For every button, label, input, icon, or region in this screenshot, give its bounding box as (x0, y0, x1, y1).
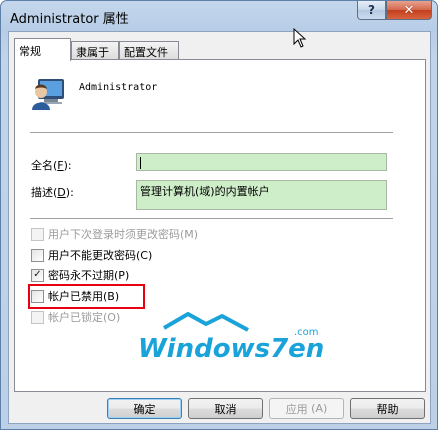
cancel-button[interactable]: 取消 (188, 398, 263, 419)
apply-button[interactable]: 应用 (A) (269, 398, 344, 419)
user-account-icon (32, 79, 64, 110)
tab-member-of-label: 隶属于 (76, 46, 109, 59)
divider (30, 132, 393, 134)
title-bar[interactable]: Administrator 属性 ? ✕ (1, 1, 437, 31)
checkbox-must-change-password[interactable]: 用户下次登录时须更改密码(M) (31, 226, 198, 242)
ok-button[interactable]: 确定 (107, 398, 182, 419)
checkbox-box[interactable] (31, 248, 44, 262)
tab-general[interactable]: 常规 (14, 38, 71, 61)
help-title-button[interactable]: ? (357, 1, 386, 20)
tab-profile-label: 配置文件 (124, 46, 168, 59)
dialog-client-area: 常规 隶属于 配置文件 Administrator 全名(F): 描述(D): … (8, 31, 431, 424)
close-button[interactable]: ✕ (386, 1, 432, 20)
divider (30, 218, 393, 220)
tab-member-of[interactable]: 隶属于 (71, 41, 119, 60)
checkbox-password-never-expires[interactable]: ✓ 密码永不过期(P) (31, 267, 129, 283)
user-name: Administrator (79, 82, 158, 93)
checkbox-box[interactable] (31, 310, 44, 324)
properties-window: Administrator 属性 ? ✕ 常规 隶属于 配置文件 Adminis… (0, 0, 438, 430)
fullname-input[interactable] (136, 153, 387, 171)
fullname-label: 全名(F): (31, 159, 72, 172)
description-input[interactable]: 管理计算机(域)的内置帐户 (136, 180, 387, 210)
tab-profile[interactable]: 配置文件 (119, 41, 179, 60)
svg-text:Windows7en: Windows7en (138, 334, 324, 362)
window-title: Administrator 属性 (10, 12, 129, 27)
description-label: 描述(D): (31, 186, 74, 199)
checkbox-box[interactable] (31, 227, 44, 241)
help-icon: ? (368, 3, 375, 17)
checkbox-box[interactable]: ✓ (31, 268, 44, 282)
close-icon: ✕ (403, 2, 415, 18)
mouse-pointer-icon (293, 28, 307, 48)
checkmark-icon: ✓ (33, 269, 42, 280)
checkbox-account-locked[interactable]: 帐户已锁定(O) (31, 309, 120, 325)
general-tab-panel: Administrator 全名(F): 描述(D): 管理计算机(域)的内置帐… (14, 59, 426, 392)
tab-general-label: 常规 (19, 45, 41, 58)
highlight-box (28, 284, 145, 309)
help-button[interactable]: 帮助 (350, 398, 425, 419)
watermark-logo: Windows7en .com (138, 312, 324, 362)
text-caret (140, 157, 141, 169)
checkbox-cannot-change-password[interactable]: 用户不能更改密码(C) (31, 247, 152, 263)
svg-text:.com: .com (294, 327, 319, 338)
